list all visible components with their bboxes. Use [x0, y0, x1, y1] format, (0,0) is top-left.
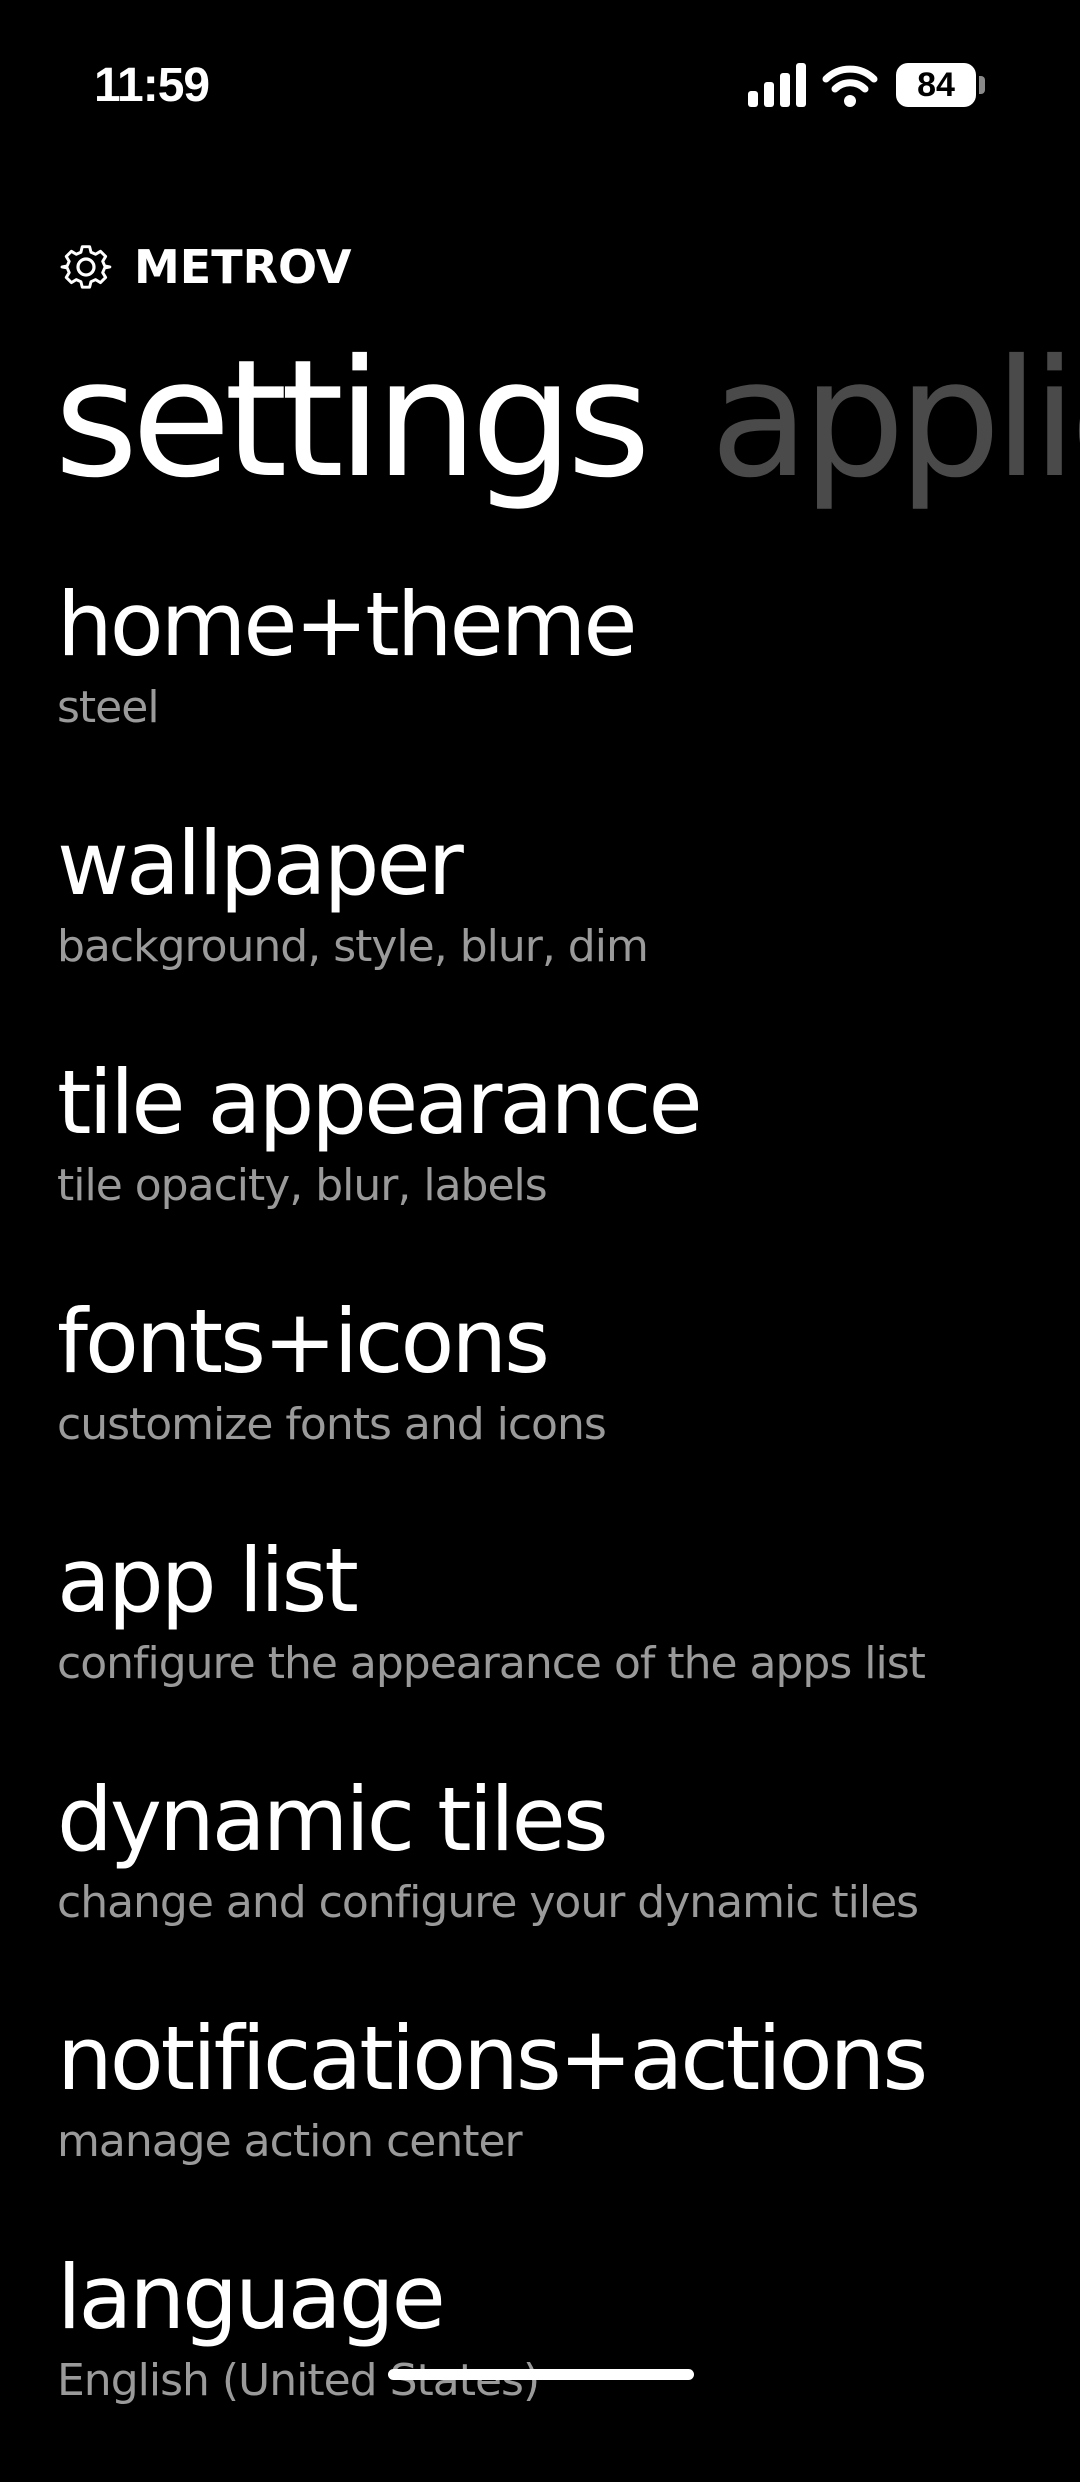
item-title: fonts+icons — [57, 1290, 550, 1393]
item-title: dynamic tiles — [57, 1768, 609, 1871]
settings-item-notifications-actions[interactable]: notifications+actions manage action cent… — [0, 2004, 1080, 2243]
item-subtitle: customize fonts and icons — [57, 1399, 607, 1450]
item-subtitle: background, style, blur, dim — [57, 921, 649, 972]
app-name: METROV — [134, 240, 352, 294]
battery-cap — [979, 76, 985, 94]
battery-icon: 84 — [896, 63, 988, 107]
settings-item-wallpaper[interactable]: wallpaper background, style, blur, dim — [0, 809, 1080, 1048]
settings-item-home-theme[interactable]: home+theme steel — [0, 570, 1080, 809]
item-subtitle: tile opacity, blur, labels — [57, 1160, 548, 1211]
pivot-header: settings applic — [54, 330, 1080, 510]
pivot-applications[interactable]: applic — [710, 330, 1080, 510]
item-title: home+theme — [57, 573, 638, 676]
item-title: notifications+actions — [57, 2007, 928, 2110]
item-title: app list — [57, 1529, 359, 1632]
status-bar: 11:59 84 — [0, 0, 1080, 170]
settings-item-app-list[interactable]: app list configure the appearance of the… — [0, 1526, 1080, 1765]
settings-item-dynamic-tiles[interactable]: dynamic tiles change and configure your … — [0, 1765, 1080, 2004]
gear-icon[interactable] — [60, 241, 112, 293]
pivot-settings[interactable]: settings — [54, 330, 651, 510]
item-title: wallpaper — [57, 812, 464, 915]
settings-item-tile-appearance[interactable]: tile appearance tile opacity, blur, labe… — [0, 1048, 1080, 1287]
item-subtitle: manage action center — [57, 2116, 523, 2167]
settings-item-fonts-icons[interactable]: fonts+icons customize fonts and icons — [0, 1287, 1080, 1526]
status-time: 11:59 — [94, 59, 210, 112]
settings-item-language[interactable]: language English (United States) — [0, 2243, 1080, 2482]
item-subtitle: change and configure your dynamic tiles — [57, 1877, 919, 1928]
item-subtitle: configure the appearance of the apps lis… — [57, 1638, 926, 1689]
app-header: METROV — [60, 237, 351, 297]
home-indicator[interactable] — [388, 2369, 694, 2380]
settings-list: home+theme steel wallpaper background, s… — [0, 570, 1080, 2482]
battery-level: 84 — [896, 63, 976, 107]
wifi-icon — [822, 65, 878, 107]
signal-icon — [748, 63, 806, 107]
item-title: language — [57, 2246, 446, 2349]
item-title: tile appearance — [57, 1051, 703, 1154]
item-subtitle: steel — [57, 682, 160, 733]
item-subtitle: English (United States) — [57, 2355, 540, 2406]
